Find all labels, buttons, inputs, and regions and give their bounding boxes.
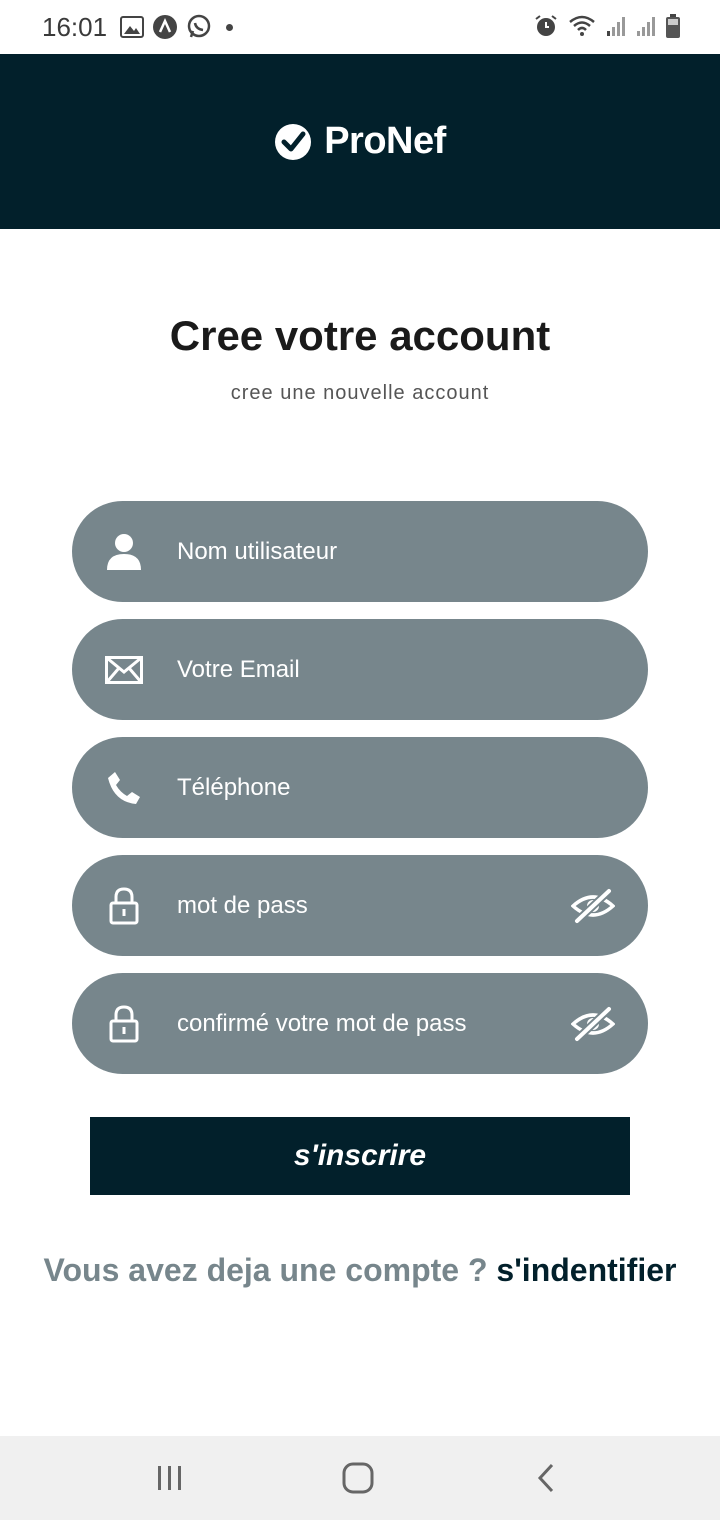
system-nav-bar: [0, 1436, 720, 1520]
user-icon: [104, 532, 144, 572]
confirm-password-placeholder: confirmé votre mot de pass: [177, 1009, 467, 1037]
signal-icon: [607, 17, 625, 36]
confirm-password-field[interactable]: confirmé votre mot de pass: [72, 973, 648, 1074]
lock-icon: [104, 1004, 144, 1044]
username-placeholder: Nom utilisateur: [177, 537, 338, 565]
phone-placeholder: Téléphone: [177, 773, 291, 801]
status-right-icons: [534, 14, 680, 38]
home-icon[interactable]: [338, 1458, 378, 1498]
lock-icon: [104, 886, 144, 926]
brand-logo: ProNef: [274, 120, 446, 163]
login-prompt: Vous avez deja une compte ? s'indentifie…: [0, 1252, 720, 1289]
login-question: Vous avez deja une compte ?: [43, 1252, 488, 1288]
signup-button[interactable]: s'inscrire: [90, 1117, 630, 1195]
image-icon: [120, 16, 144, 38]
whatsapp-icon: [187, 14, 211, 38]
phone-icon: [104, 768, 144, 808]
status-bar: 16:01: [0, 0, 720, 54]
status-left-icons: [120, 14, 233, 40]
password-placeholder: mot de pass: [177, 891, 308, 919]
email-field[interactable]: Votre Email: [72, 619, 648, 720]
brand-name: ProNef: [324, 120, 446, 162]
alarm-icon: [535, 15, 557, 36]
battery-icon: [666, 14, 680, 38]
phone-field[interactable]: Téléphone: [72, 737, 648, 838]
login-link[interactable]: s'indentifier: [496, 1252, 676, 1288]
password-field[interactable]: mot de pass: [72, 855, 648, 956]
status-time: 16:01: [42, 12, 108, 42]
dot-icon: [226, 23, 233, 31]
recent-apps-icon[interactable]: [150, 1458, 190, 1498]
wifi-icon: [569, 15, 595, 36]
page-title: Cree votre account: [169, 312, 551, 359]
eye-off-icon[interactable]: [570, 1004, 616, 1044]
app-icon: [153, 15, 177, 39]
app-header: ProNef: [0, 54, 720, 229]
back-icon[interactable]: [526, 1458, 566, 1498]
email-placeholder: Votre Email: [177, 655, 300, 683]
envelope-icon: [104, 650, 144, 690]
page-subtitle: cree une nouvelle account: [230, 382, 490, 404]
username-field[interactable]: Nom utilisateur: [72, 501, 648, 602]
check-circle-icon: [275, 123, 312, 160]
eye-off-icon[interactable]: [570, 886, 616, 926]
signal-icon-2: [637, 17, 655, 36]
